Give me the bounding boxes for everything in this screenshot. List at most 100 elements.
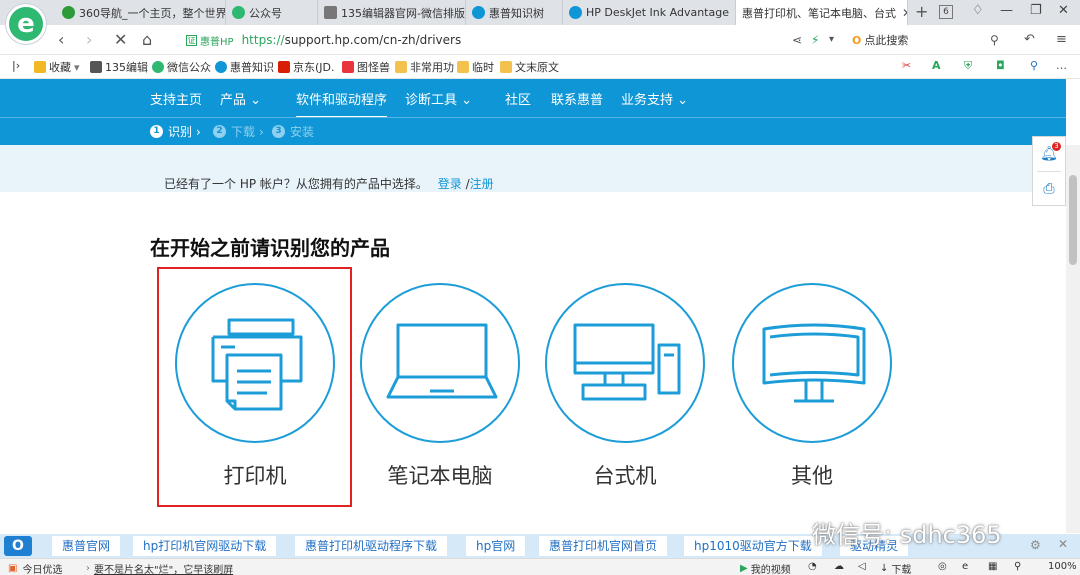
nav-contact[interactable]: 联系惠普 [551, 89, 603, 108]
browser-tab[interactable]: 360导航_一个主页，整个世界 [56, 0, 226, 25]
step-download: 2 下载 › [213, 123, 264, 140]
quick-link[interactable]: 惠普打印机驱动程序下载 [295, 536, 448, 556]
tab-title: 惠普知识树 [489, 6, 544, 20]
stop-icon[interactable]: ✕ [114, 30, 127, 49]
lightning-icon[interactable]: ⚡ [811, 33, 819, 47]
sound-icon[interactable]: ◁ [858, 561, 866, 572]
step-identify: 1 识别 › [150, 123, 201, 140]
nav-community[interactable]: 社区 [505, 89, 531, 108]
grid-icon[interactable]: ▦ [988, 561, 997, 572]
tools-icon[interactable]: ◎ [938, 561, 947, 572]
browser-tab[interactable]: 135编辑器官网-微信排版编辑 [318, 0, 466, 25]
menu-icon[interactable]: ≡ [1056, 32, 1067, 47]
shirt-icon[interactable]: ♢ [972, 3, 984, 18]
url-field[interactable]: 证 惠普HP https://support.hp.com/cn-zh/driv… [186, 29, 786, 51]
tab-favicon-icon [62, 6, 75, 19]
close-icon[interactable]: ✕ [1058, 537, 1068, 551]
quick-link[interactable]: hp官网 [466, 536, 526, 556]
scroll-thumb[interactable] [1069, 175, 1077, 265]
my-video-button[interactable]: ▶ 我的视频 [740, 561, 791, 575]
scissors-icon[interactable]: ✂ [902, 59, 911, 72]
news-ticker[interactable]: › 要不是片名太"烂"，它早该刷屏 [86, 561, 233, 575]
nav-software-drivers[interactable]: 软件和驱动程序 [296, 89, 388, 118]
product-other-button[interactable] [732, 283, 892, 443]
bookmark-folder[interactable]: 文末原文 [500, 59, 559, 75]
bookmark-folder[interactable]: 临时 [457, 59, 494, 75]
minimize-icon[interactable]: — [1000, 3, 1013, 18]
browser-tab[interactable]: 公众号 [226, 0, 318, 25]
search-box[interactable]: O 点此搜索 [852, 30, 1007, 50]
download-icon: ↓ [880, 563, 889, 574]
browser-tab[interactable]: 惠普知识树 [466, 0, 563, 25]
floating-toolbar: 🔔︎ 3 ⎙ [1032, 136, 1066, 206]
close-tab-icon[interactable]: ✕ [896, 6, 907, 20]
quick-link[interactable]: 惠普打印机官网首页 [539, 536, 668, 556]
shield-icon[interactable]: ⛨ [964, 59, 972, 73]
settings-icon[interactable]: ⚙ [1030, 538, 1041, 552]
nav-business-support[interactable]: 业务支持 ⌄ [621, 89, 688, 108]
bookmark-item[interactable]: 京东(JD. [278, 59, 335, 75]
undo-icon[interactable]: ↶ [1024, 32, 1035, 47]
translate-icon[interactable]: A [932, 59, 941, 72]
close-window-icon[interactable]: ✕ [1058, 3, 1069, 18]
new-tab-icon[interactable]: + [915, 2, 928, 21]
bookmark-item[interactable]: 惠普知识 [215, 59, 274, 75]
browser-tab-active[interactable]: 惠普打印机、笔记本电脑、台式 ✕ [736, 0, 908, 26]
account-prompt: 已经有了一个 HP 帐户？从您拥有的产品中选择。 登录 /注册 [164, 177, 494, 191]
nav-diagnostics[interactable]: 诊断工具 ⌄ [405, 89, 472, 108]
bookmark-favicon-icon [342, 61, 354, 73]
quick-link[interactable]: 惠普官网 [52, 536, 121, 556]
desktop-icon [573, 323, 681, 401]
forward-arrow-icon[interactable]: › [86, 30, 92, 49]
restore-icon[interactable]: ❐ [1030, 3, 1042, 18]
register-link[interactable]: 注册 [470, 177, 494, 191]
nav-products[interactable]: 产品 ⌄ [220, 89, 261, 108]
cloud-icon[interactable]: ☁ [834, 561, 844, 572]
print-icon: ⎙ [1043, 181, 1055, 197]
search-icon[interactable]: ⚲ [1030, 59, 1038, 72]
ie-icon[interactable]: e [962, 561, 968, 572]
login-link[interactable]: 登录 [438, 177, 462, 191]
print-button[interactable]: ⎙ [1033, 172, 1065, 206]
gamepad-icon[interactable]: ◘ [996, 59, 1005, 72]
quick-link[interactable]: hp1010驱动官方下载 [684, 536, 822, 556]
step-install: 3 安装 [272, 123, 314, 140]
speed-icon[interactable]: ◔ [808, 561, 817, 572]
nav-support-home[interactable]: 支持主页 [150, 89, 202, 108]
tab-count-badge[interactable]: 6 [939, 5, 953, 19]
browser-logo[interactable]: e [6, 4, 46, 44]
bookmark-favicon-icon [152, 61, 164, 73]
product-desktop-button[interactable] [545, 283, 705, 443]
gift-icon: ▣ [8, 563, 18, 574]
product-laptop-button[interactable] [360, 283, 520, 443]
product-label: 笔记本电脑 [387, 464, 493, 488]
zoom-level[interactable]: 100% [1048, 561, 1077, 572]
bookmark-item[interactable]: 收藏 ▾ [34, 59, 80, 75]
hp-main-nav: 支持主页 产品 ⌄ 软件和驱动程序 诊断工具 ⌄ 社区 联系惠普 业务支持 ⌄ [0, 79, 1066, 118]
recommend-item[interactable]: ▣ 今日优选 [8, 561, 62, 575]
search-icon[interactable]: ⚲ [1014, 561, 1021, 572]
back-arrow-icon[interactable]: ‹ [58, 30, 64, 49]
bookmark-item[interactable]: 图怪兽 [342, 59, 390, 75]
download-button[interactable]: ↓ 下载 [880, 561, 911, 575]
share-icon[interactable]: ⋖ [792, 33, 802, 47]
search-icon[interactable]: ⚲ [990, 33, 999, 47]
bookmark-item[interactable]: 135编辑 [90, 59, 148, 75]
home-icon[interactable]: ⌂ [142, 30, 152, 49]
bookmark-item[interactable]: 微信公众 [152, 59, 211, 75]
quick-link[interactable]: hp打印机官网驱动下载 [133, 536, 277, 556]
tab-strip: 360导航_一个主页，整个世界 公众号 135编辑器官网-微信排版编辑 惠普知识… [0, 0, 1080, 26]
page-scrollbar[interactable] [1066, 145, 1080, 533]
laptop-icon [386, 323, 498, 399]
search-engine-icon: O [852, 33, 862, 47]
product-printer-button[interactable] [175, 283, 335, 443]
chevron-down-icon[interactable]: ▾ [829, 34, 834, 45]
notification-button[interactable]: 🔔︎ 3 [1033, 137, 1065, 171]
tab-favicon-icon [232, 6, 245, 19]
search-engine-icon[interactable]: O [4, 536, 32, 556]
sidebar-toggle-icon[interactable]: |› [12, 59, 20, 72]
more-icon[interactable]: … [1056, 59, 1067, 72]
browser-tab[interactable]: HP DeskJet Ink Advantage [563, 0, 736, 25]
tab-title: 135编辑器官网-微信排版编辑 [341, 6, 465, 20]
bookmark-folder[interactable]: 非常用功 [395, 59, 454, 75]
